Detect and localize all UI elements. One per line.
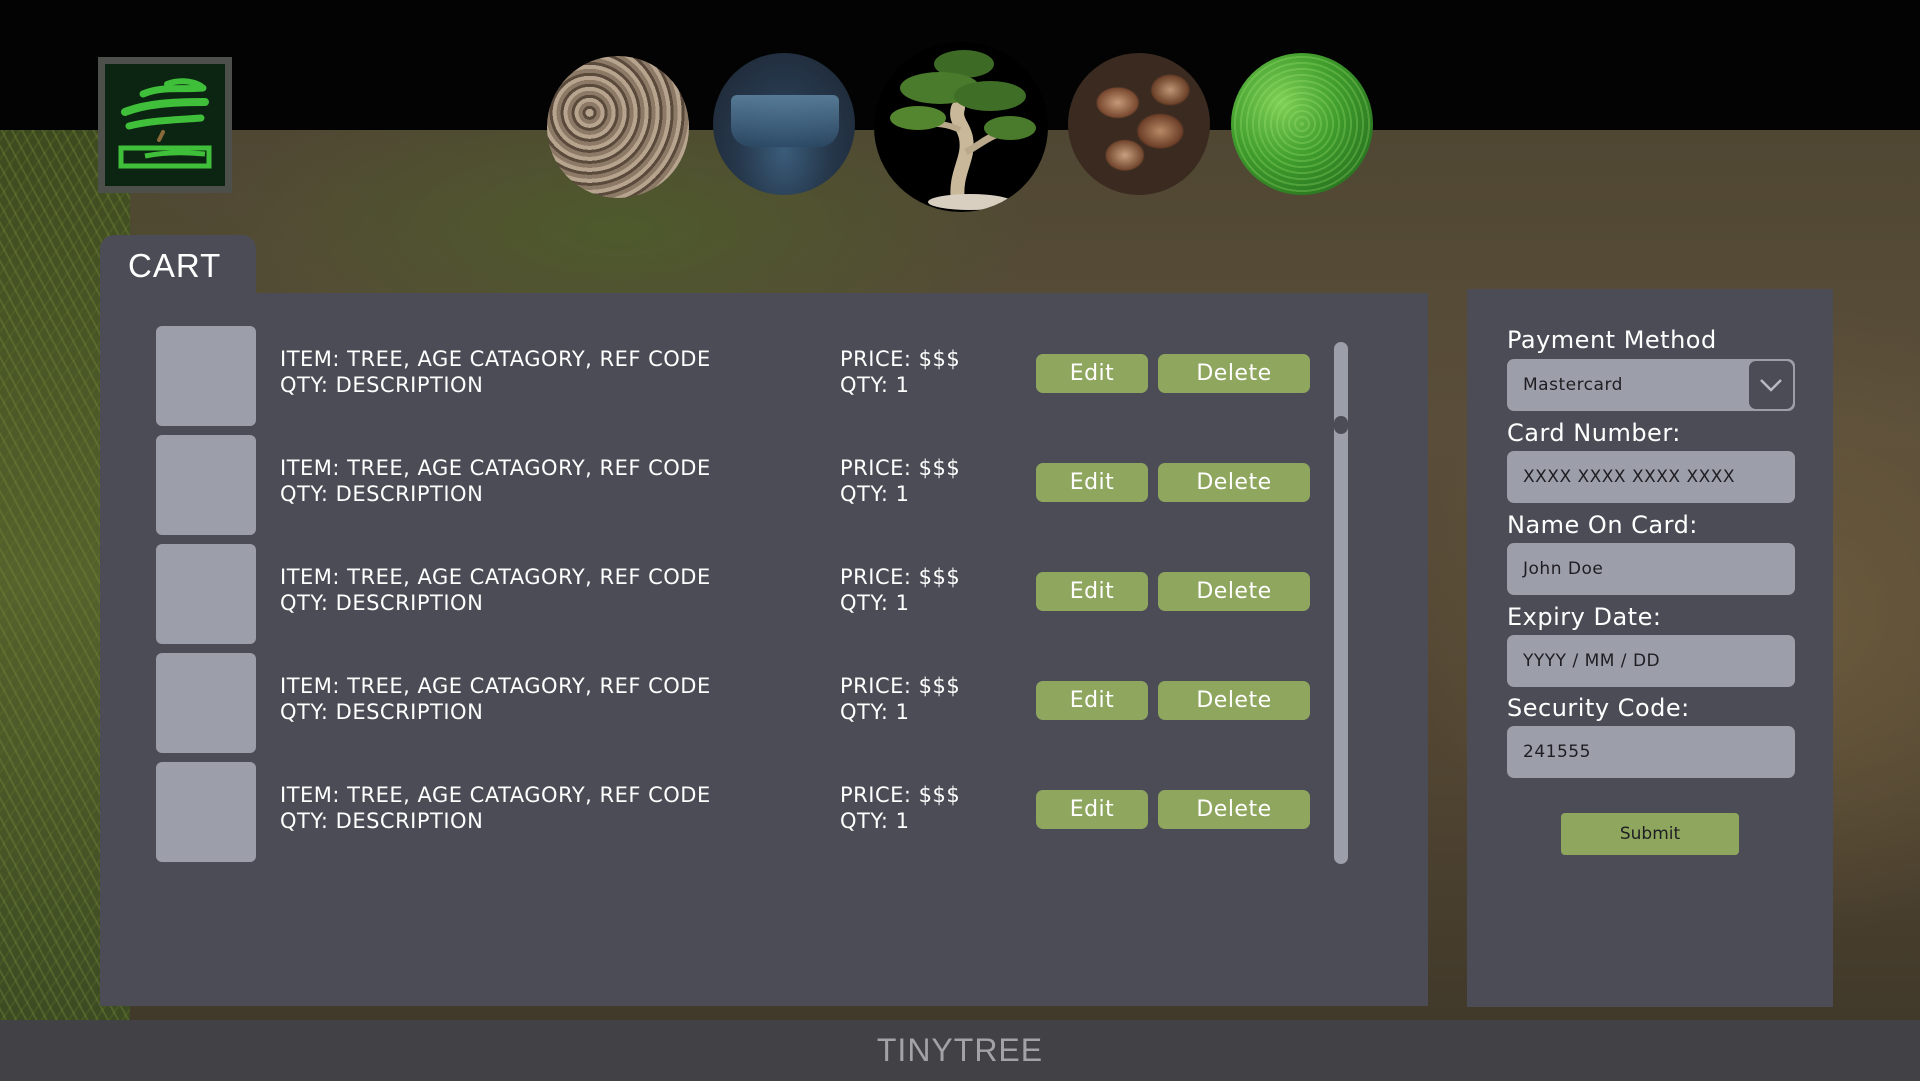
cart-title: CART	[128, 247, 222, 284]
item-line1: ITEM: TREE, AGE CATAGORY, REF CODE	[280, 565, 711, 589]
tinytree-logo[interactable]	[98, 57, 232, 193]
cart-item: ITEM: TREE, AGE CATAGORY, REF CODE QTY: …	[156, 435, 1316, 535]
item-qty: QTY: 1	[840, 373, 910, 397]
item-info: ITEM: TREE, AGE CATAGORY, REF CODE QTY: …	[280, 782, 711, 834]
item-thumbnail	[156, 544, 256, 644]
name-on-card-label: Name On Card:	[1507, 511, 1698, 539]
edit-button[interactable]: Edit	[1036, 790, 1148, 829]
item-line1: ITEM: TREE, AGE CATAGORY, REF CODE	[280, 456, 711, 480]
item-price: PRICE: $$$	[840, 565, 961, 589]
item-info: ITEM: TREE, AGE CATAGORY, REF CODE QTY: …	[280, 455, 711, 507]
bonsai-tree-icon	[890, 50, 1036, 210]
item-line2: QTY: DESCRIPTION	[280, 373, 484, 397]
item-info: ITEM: TREE, AGE CATAGORY, REF CODE QTY: …	[280, 564, 711, 616]
item-price-block: PRICE: $$$ QTY: 1	[840, 673, 960, 725]
item-thumbnail	[156, 326, 256, 426]
footer: TINYTREE	[0, 1020, 1920, 1081]
item-thumbnail	[156, 762, 256, 862]
expiry-date-label: Expiry Date:	[1507, 603, 1662, 631]
delete-button[interactable]: Delete	[1158, 572, 1310, 611]
footer-brand: TINYTREE	[876, 1032, 1044, 1068]
item-price-block: PRICE: $$$ QTY: 1	[840, 782, 960, 834]
item-price-block: PRICE: $$$ QTY: 1	[840, 564, 960, 616]
delete-button[interactable]: Delete	[1158, 790, 1310, 829]
cart-scrollbar[interactable]	[1334, 342, 1348, 864]
cart-item: ITEM: TREE, AGE CATAGORY, REF CODE QTY: …	[156, 544, 1316, 644]
logo-icon	[105, 64, 225, 186]
item-price: PRICE: $$$	[840, 456, 961, 480]
payment-method-value: Mastercard	[1523, 375, 1623, 395]
item-qty: QTY: 1	[840, 591, 910, 615]
category-seeds[interactable]	[1068, 53, 1210, 195]
chevron-down-icon[interactable]	[1749, 361, 1793, 409]
item-qty: QTY: 1	[840, 809, 910, 833]
item-qty: QTY: 1	[840, 700, 910, 724]
cart-tab: CART	[100, 235, 256, 295]
security-code-label: Security Code:	[1507, 694, 1690, 722]
cart-item: ITEM: TREE, AGE CATAGORY, REF CODE QTY: …	[156, 653, 1316, 753]
delete-button[interactable]: Delete	[1158, 681, 1310, 720]
name-on-card-field[interactable]: John Doe	[1507, 543, 1795, 595]
scrollbar-thumb[interactable]	[1334, 416, 1348, 434]
category-pots[interactable]	[713, 53, 855, 195]
card-number-label: Card Number:	[1507, 419, 1681, 447]
delete-button[interactable]: Delete	[1158, 354, 1310, 393]
category-moss[interactable]	[1231, 53, 1373, 195]
item-info: ITEM: TREE, AGE CATAGORY, REF CODE QTY: …	[280, 673, 711, 725]
edit-button[interactable]: Edit	[1036, 572, 1148, 611]
payment-panel: Payment Method Mastercard Card Number: X…	[1467, 289, 1833, 1007]
delete-button[interactable]: Delete	[1158, 463, 1310, 502]
item-line1: ITEM: TREE, AGE CATAGORY, REF CODE	[280, 674, 711, 698]
edit-button[interactable]: Edit	[1036, 681, 1148, 720]
item-line1: ITEM: TREE, AGE CATAGORY, REF CODE	[280, 347, 711, 371]
item-price: PRICE: $$$	[840, 347, 961, 371]
category-trees[interactable]	[874, 42, 1048, 212]
item-price-block: PRICE: $$$ QTY: 1	[840, 455, 960, 507]
security-code-field[interactable]: 241555	[1507, 726, 1795, 778]
expiry-date-field[interactable]: YYYY / MM / DD	[1507, 635, 1795, 687]
cart-item: ITEM: TREE, AGE CATAGORY, REF CODE QTY: …	[156, 762, 1316, 862]
edit-button[interactable]: Edit	[1036, 463, 1148, 502]
payment-method-label: Payment Method	[1507, 326, 1717, 354]
item-thumbnail	[156, 435, 256, 535]
item-price: PRICE: $$$	[840, 783, 961, 807]
item-price-block: PRICE: $$$ QTY: 1	[840, 346, 960, 398]
item-thumbnail	[156, 653, 256, 753]
submit-button[interactable]: Submit	[1561, 813, 1739, 855]
item-line2: QTY: DESCRIPTION	[280, 482, 484, 506]
item-info: ITEM: TREE, AGE CATAGORY, REF CODE QTY: …	[280, 346, 711, 398]
category-mulch[interactable]	[547, 56, 689, 198]
item-line1: ITEM: TREE, AGE CATAGORY, REF CODE	[280, 783, 711, 807]
card-number-field[interactable]: XXXX XXXX XXXX XXXX	[1507, 451, 1795, 503]
item-price: PRICE: $$$	[840, 674, 961, 698]
item-line2: QTY: DESCRIPTION	[280, 809, 484, 833]
cart-item: ITEM: TREE, AGE CATAGORY, REF CODE QTY: …	[156, 326, 1316, 426]
item-line2: QTY: DESCRIPTION	[280, 591, 484, 615]
item-line2: QTY: DESCRIPTION	[280, 700, 484, 724]
payment-method-select[interactable]: Mastercard	[1507, 359, 1795, 411]
item-qty: QTY: 1	[840, 482, 910, 506]
edit-button[interactable]: Edit	[1036, 354, 1148, 393]
